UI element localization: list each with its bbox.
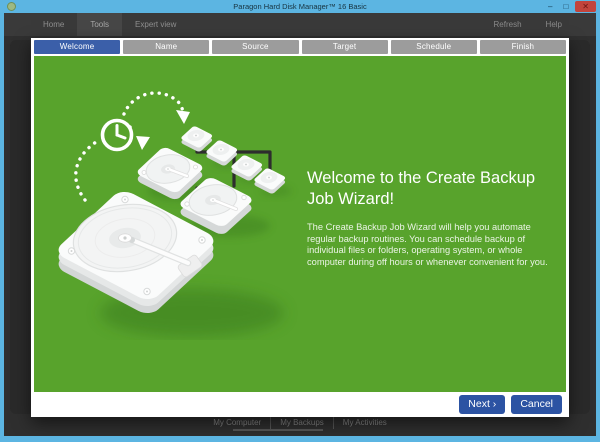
step-source[interactable]: Source [212, 40, 298, 54]
cancel-button[interactable]: Cancel [511, 395, 562, 415]
ribbon-right-item-refresh[interactable]: Refresh [494, 13, 522, 36]
window-controls: – □ ✕ [544, 1, 596, 12]
window-title: Paragon Hard Disk Manager™ 16 Basic [0, 0, 600, 13]
bottom-tab-my-activities[interactable]: My Activities [333, 417, 396, 429]
step-welcome[interactable]: Welcome [34, 40, 120, 54]
bottom-tab-my-backups[interactable]: My Backups [270, 417, 333, 429]
ribbon-tabs: HomeToolsExpert view [30, 13, 189, 36]
minimize-icon[interactable]: – [544, 1, 556, 12]
bottom-tab-indicator [233, 429, 323, 431]
titlebar: Paragon Hard Disk Manager™ 16 Basic – □ … [0, 0, 600, 13]
bottom-tab-my-computer[interactable]: My Computer [204, 417, 270, 429]
step-target[interactable]: Target [302, 40, 388, 54]
close-icon[interactable]: ✕ [575, 1, 596, 12]
window-border [0, 436, 600, 442]
wizard-heading: Welcome to the Create Backup Job Wizard! [307, 168, 565, 210]
window-border [596, 0, 600, 442]
ribbon-tab-tools[interactable]: Tools [77, 13, 122, 36]
ribbon-tab-home[interactable]: Home [30, 13, 77, 36]
backup-illustration [40, 70, 320, 340]
ribbon: HomeToolsExpert view Refresh Help [4, 13, 596, 36]
wizard-footer: Next › Cancel [31, 392, 569, 417]
wizard-canvas: Welcome to the Create Backup Job Wizard!… [34, 56, 566, 392]
ribbon-tab-expert-view[interactable]: Expert view [122, 13, 189, 36]
step-schedule[interactable]: Schedule [391, 40, 477, 54]
create-backup-job-wizard-dialog: WelcomeNameSource TargetScheduleFinish [31, 38, 569, 417]
arrowhead [176, 110, 190, 124]
step-finish[interactable]: Finish [480, 40, 566, 54]
wizard-steps: WelcomeNameSource TargetScheduleFinish [34, 40, 566, 54]
arrowhead [136, 136, 150, 150]
wizard-description: The Create Backup Job Wizard will help y… [307, 222, 561, 268]
bottom-tabs: My ComputerMy BackupsMy Activities [4, 417, 596, 429]
next-button[interactable]: Next › [459, 395, 505, 415]
ribbon-right-item-help[interactable]: Help [546, 13, 562, 36]
window-border [0, 0, 4, 442]
clock-icon [103, 121, 132, 150]
welcome-text-block: Welcome to the Create Backup Job Wizard!… [307, 168, 565, 268]
maximize-icon[interactable]: □ [559, 1, 572, 12]
ribbon-right: Refresh Help [494, 13, 562, 36]
step-name[interactable]: Name [123, 40, 209, 54]
app-window: Paragon Hard Disk Manager™ 16 Basic – □ … [0, 0, 600, 442]
